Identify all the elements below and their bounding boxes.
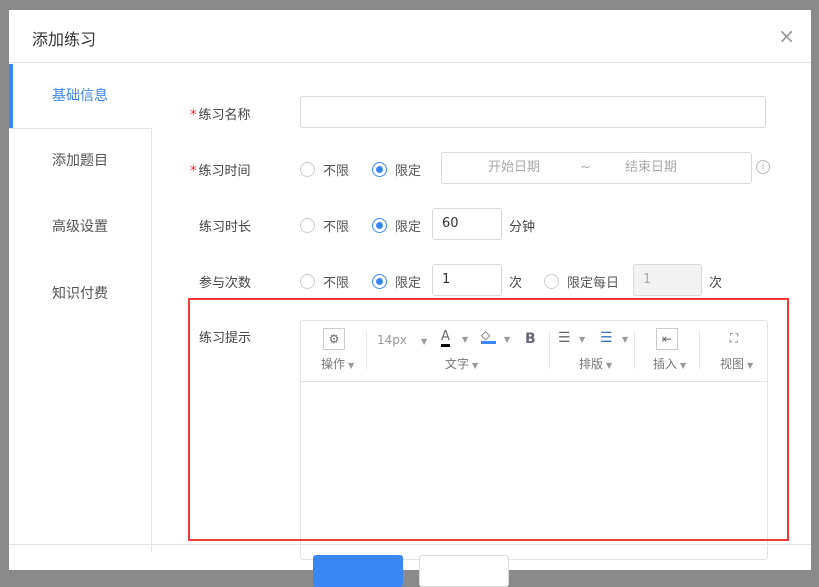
dialog-header: 添加练习 × bbox=[9, 10, 811, 63]
duration-input[interactable]: 60 bbox=[432, 208, 502, 240]
add-exercise-dialog: 添加练习 × 基础信息 添加题目 高级设置 知识付费 * 练习名称 * 练习时间 不… bbox=[9, 10, 811, 587]
date-range-picker[interactable]: 开始日期 ~ 结束日期 bbox=[441, 152, 752, 184]
sidebar-item-basic-info[interactable]: 基础信息 bbox=[9, 64, 151, 128]
duration-unit: 分钟 bbox=[509, 220, 536, 235]
attempts-daily-unit: 次 bbox=[709, 276, 723, 291]
duration-unlimited-radio[interactable]: 不限 bbox=[300, 216, 349, 235]
sidebar-item-paid-knowledge[interactable]: 知识付费 bbox=[9, 262, 151, 326]
time-unlimited-radio[interactable]: 不限 bbox=[300, 160, 349, 179]
sidebar-item-advanced-settings[interactable]: 高级设置 bbox=[9, 195, 151, 259]
sidebar: 基础信息 添加题目 高级设置 知识付费 bbox=[9, 64, 152, 552]
attempts-daily-radio[interactable]: 限定每日 bbox=[544, 272, 619, 291]
time-label: * 练习时间 bbox=[190, 164, 251, 179]
duration-label: 练习时长 bbox=[199, 220, 252, 235]
sidebar-item-add-questions[interactable]: 添加题目 bbox=[9, 129, 151, 193]
close-icon[interactable]: × bbox=[778, 24, 795, 48]
attempts-input[interactable]: 1 bbox=[432, 264, 502, 296]
time-limited-radio[interactable]: 限定 bbox=[372, 160, 421, 179]
cancel-button[interactable] bbox=[419, 555, 509, 587]
attempts-limited-radio[interactable]: 限定 bbox=[372, 272, 421, 291]
dialog-footer bbox=[9, 544, 811, 545]
info-icon[interactable]: i bbox=[756, 160, 770, 174]
attempts-unit: 次 bbox=[509, 276, 523, 291]
name-label: * 练习名称 bbox=[190, 108, 251, 123]
confirm-button[interactable] bbox=[313, 555, 403, 587]
attempts-daily-input[interactable]: 1 bbox=[633, 264, 702, 296]
attempts-label: 参与次数 bbox=[199, 276, 252, 291]
dialog-title: 添加练习 bbox=[32, 30, 97, 49]
duration-limited-radio[interactable]: 限定 bbox=[372, 216, 421, 235]
name-input[interactable] bbox=[300, 96, 766, 128]
highlight-box bbox=[188, 298, 789, 541]
attempts-unlimited-radio[interactable]: 不限 bbox=[300, 272, 349, 291]
